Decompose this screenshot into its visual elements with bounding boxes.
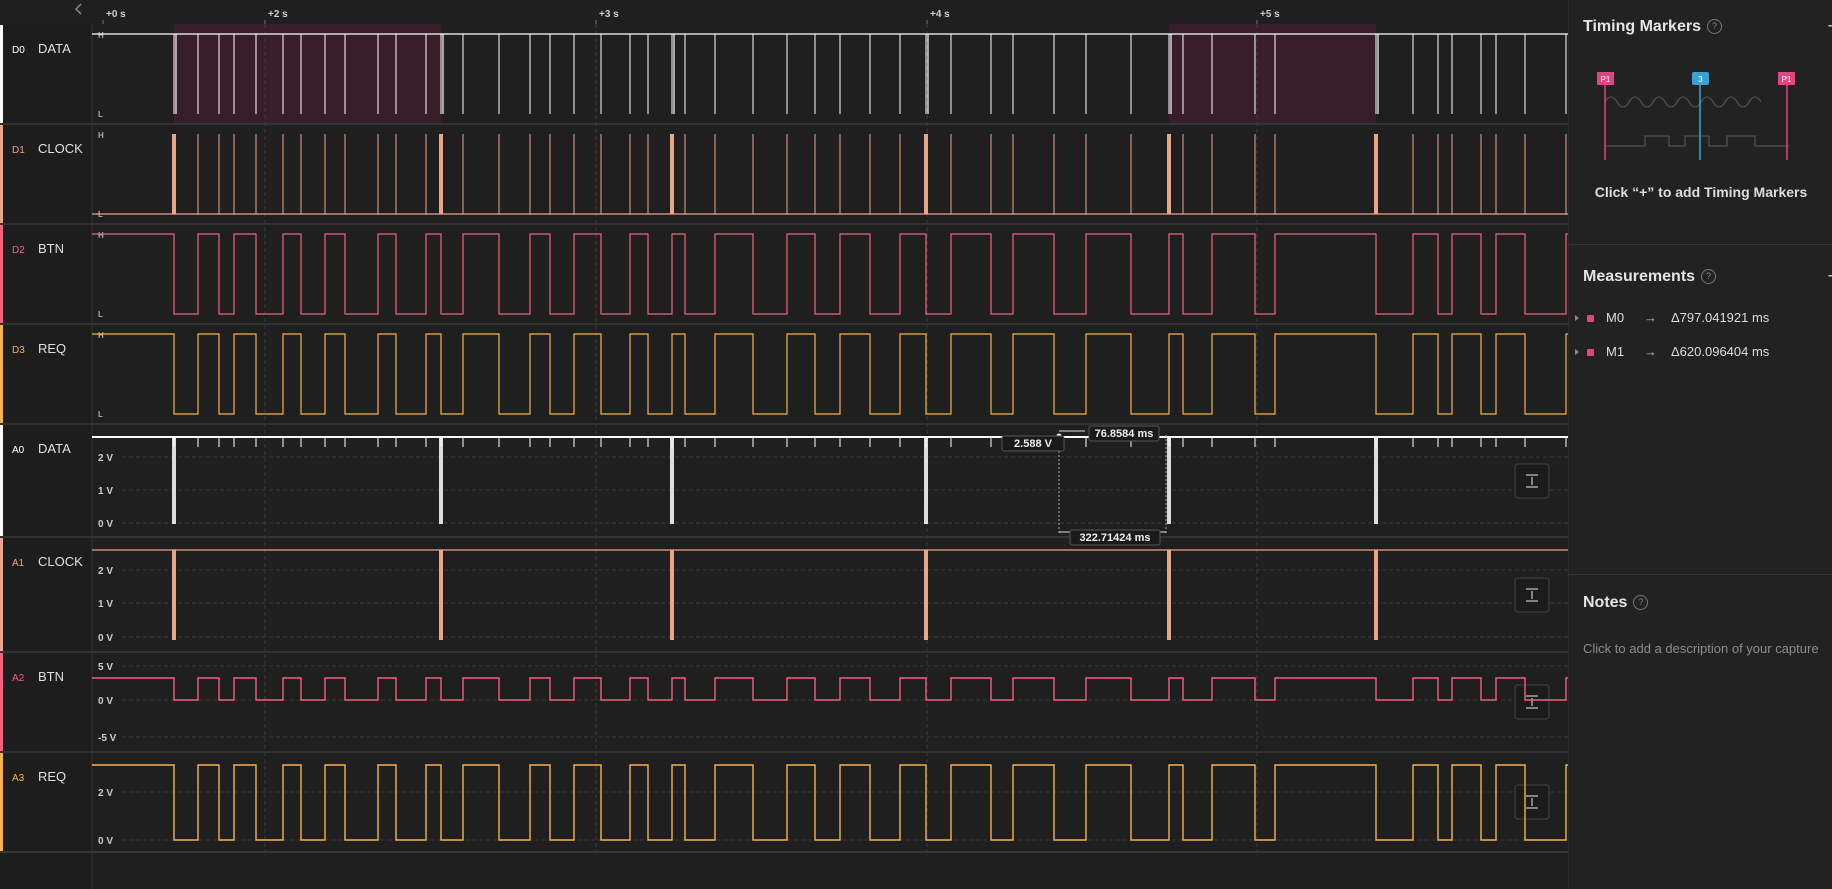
waveform-area[interactable]: D0DATAHLD1CLOCKHLD2BTNHLD3REQHLA0DATA2 V… — [0, 0, 1568, 889]
highlight-region — [174, 24, 441, 124]
timing-markers-illustration: P1 3 P1 — [1597, 72, 1795, 160]
measurement-color-swatch — [1587, 315, 1594, 322]
fit-height-icon[interactable] — [1514, 684, 1550, 720]
notes-input[interactable]: Click to add a description of your captu… — [1583, 641, 1819, 656]
channel-name-label[interactable]: BTN — [38, 241, 64, 256]
svg-text:L: L — [98, 410, 103, 419]
time-tick-label: +2 s — [268, 9, 288, 20]
divider — [1569, 244, 1832, 245]
svg-text:76.8584 ms: 76.8584 ms — [1095, 428, 1154, 440]
svg-text:H: H — [98, 131, 104, 140]
svg-text:H: H — [98, 231, 104, 240]
help-icon[interactable]: ? — [1633, 595, 1649, 610]
axis-tick-label: 2 V — [98, 566, 113, 577]
channel-id-label: A3 — [12, 773, 25, 784]
axis-tick-label: 0 V — [98, 519, 113, 530]
fit-height-icon[interactable] — [1514, 784, 1550, 820]
channel-id-label: D3 — [12, 345, 25, 356]
timing-markers-title: Timing Markers? — [1583, 18, 1722, 36]
axis-tick-label: 1 V — [98, 599, 113, 610]
divider — [1569, 574, 1832, 575]
channel-name-label[interactable]: REQ — [38, 769, 66, 784]
time-tick-label: +0 s — [106, 9, 126, 20]
highlight-region — [1169, 24, 1376, 124]
channel-id-label: A2 — [12, 673, 25, 684]
axis-tick-label: 0 V — [98, 836, 113, 847]
svg-text:H: H — [98, 31, 104, 40]
help-icon[interactable]: ? — [1706, 19, 1722, 34]
measurement-color-swatch — [1587, 349, 1594, 356]
svg-text:P1: P1 — [1782, 75, 1792, 84]
expand-caret-icon[interactable] — [1575, 349, 1579, 355]
axis-tick-label: -5 V — [98, 733, 117, 744]
axis-tick-label: 5 V — [98, 662, 113, 673]
svg-text:L: L — [98, 110, 103, 119]
expand-caret-icon[interactable] — [1575, 315, 1579, 321]
axis-tick-label: 2 V — [98, 453, 113, 464]
measure-width-label: 76.8584 ms — [1088, 425, 1160, 442]
svg-text:P1: P1 — [1601, 75, 1611, 84]
time-tick-label: +3 s — [599, 9, 619, 20]
time-tick-label: +5 s — [1260, 9, 1280, 20]
channel-id-label: D1 — [12, 145, 25, 156]
fit-height-icon[interactable] — [1514, 577, 1550, 613]
svg-text:3: 3 — [1698, 75, 1703, 84]
timing-markers-hint: Click “+” to add Timing Markers — [1594, 184, 1808, 200]
channel-name-label[interactable]: CLOCK — [38, 141, 83, 156]
axis-tick-label: 0 V — [98, 696, 113, 707]
channel-name-label[interactable]: DATA — [38, 41, 71, 56]
measurements-title: Measurements? — [1583, 268, 1717, 286]
add-timing-marker-button[interactable]: + — [1827, 16, 1832, 37]
measure-voltage-label: 2.588 V — [1001, 435, 1065, 452]
channel-id-label: D0 — [12, 45, 25, 56]
arrow-right-icon: → — [1644, 310, 1657, 325]
axis-tick-label: 2 V — [98, 788, 113, 799]
channel-name-label[interactable]: DATA — [38, 441, 71, 456]
svg-text:2.588 V: 2.588 V — [1014, 438, 1053, 450]
channel-name-label[interactable]: REQ — [38, 341, 66, 356]
measurement-row-m0[interactable]: M0 → Δ797.041921 ms — [1575, 310, 1769, 325]
axis-tick-label: 0 V — [98, 633, 113, 644]
channel-id-label: A1 — [12, 558, 25, 569]
channel-name-label[interactable]: BTN — [38, 669, 64, 684]
right-sidebar: Timing Markers? + P1 3 P1 Click “+” to a… — [1568, 0, 1832, 889]
channel-id-label: D2 — [12, 245, 25, 256]
measure-period-label: 322.71424 ms — [1069, 529, 1161, 546]
svg-text:H: H — [98, 331, 104, 340]
channel-id-label: A0 — [12, 445, 25, 456]
time-tick-label: +4 s — [930, 9, 950, 20]
add-measurement-button[interactable]: + — [1827, 266, 1832, 287]
arrow-right-icon: → — [1644, 344, 1657, 359]
svg-text:L: L — [98, 310, 103, 319]
notes-title: Notes? — [1583, 594, 1649, 612]
help-icon[interactable]: ? — [1701, 269, 1717, 284]
channel-name-label[interactable]: CLOCK — [38, 554, 83, 569]
svg-text:322.71424 ms: 322.71424 ms — [1080, 532, 1151, 544]
measurement-row-m1[interactable]: M1 → Δ620.096404 ms — [1575, 344, 1769, 359]
axis-tick-label: 1 V — [98, 486, 113, 497]
fit-height-icon[interactable] — [1514, 463, 1550, 499]
